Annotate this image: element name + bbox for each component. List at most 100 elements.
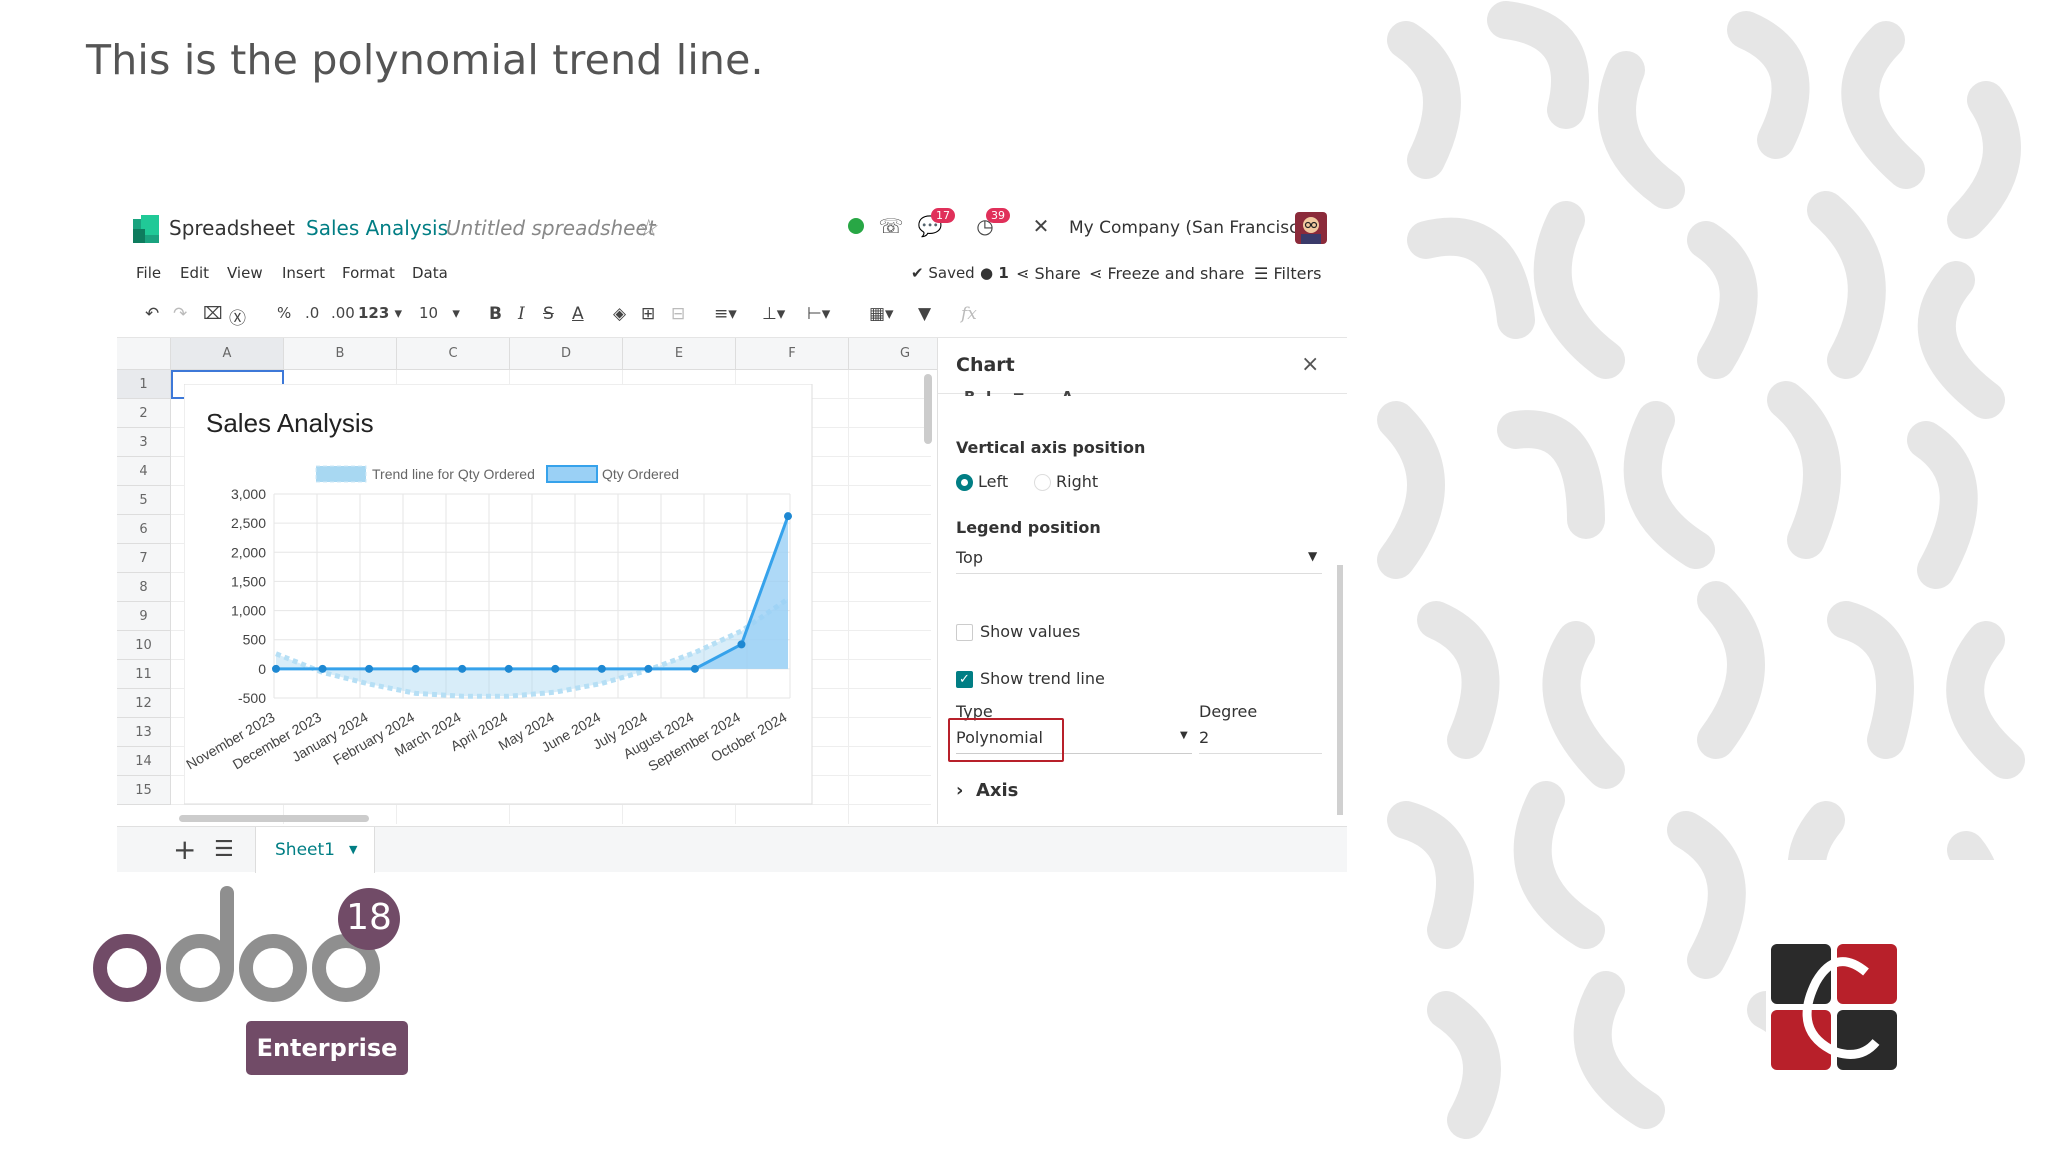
row-header-8[interactable]: 8 [117, 573, 171, 602]
qty-point-10 [737, 640, 746, 649]
bold-icon[interactable]: B [489, 304, 502, 324]
legend-label-qty: Qty Ordered [602, 466, 679, 482]
row-header-7[interactable]: 7 [117, 544, 171, 573]
italic-icon[interactable]: I [518, 304, 525, 324]
row-header-10[interactable]: 10 [117, 631, 171, 660]
sales-chart[interactable]: Sales Analysis Trend line for Qty Ordered… [184, 384, 814, 806]
chat-icon[interactable]: 💬 17 [917, 208, 955, 242]
sheet-tab-sheet1[interactable]: Sheet1 ▼ [255, 827, 375, 873]
percent-format-button[interactable]: % [277, 304, 291, 322]
column-header-d[interactable]: D [510, 338, 623, 370]
row-header-14[interactable]: 14 [117, 747, 171, 776]
filters-button[interactable]: ☰ Filters [1254, 264, 1321, 283]
legend-position-select[interactable]: Top ▼ [956, 544, 1322, 574]
sheet-list-icon[interactable]: ☰ [214, 837, 234, 862]
legend-swatch-trend [315, 465, 367, 483]
show-values-label: Show values [980, 622, 1081, 641]
row-header-15[interactable]: 15 [117, 776, 171, 805]
row-header-5[interactable]: 5 [117, 486, 171, 515]
fill-color-icon[interactable]: ◈ [613, 304, 626, 324]
merge-cells-icon[interactable]: ⊟ [671, 304, 685, 324]
trend-degree-input[interactable]: 2 [1199, 722, 1322, 754]
phone-icon[interactable]: ☏ [878, 214, 904, 242]
menu-format[interactable]: Format [342, 264, 395, 282]
y-tick-label: 1,000 [231, 603, 266, 619]
company-switcher[interactable]: My Company (San Francisco) [1069, 218, 1315, 238]
horizontal-scrollbar[interactable] [179, 815, 369, 822]
qty-point-2 [365, 664, 374, 673]
borders-icon[interactable]: ⊞ [641, 304, 655, 324]
qty-point-7 [597, 664, 606, 673]
sheet-bar: + ☰ Sheet1 ▼ [117, 826, 1347, 873]
show-values-checkbox[interactable] [956, 624, 973, 641]
text-color-icon[interactable]: A [572, 304, 584, 324]
row-header-13[interactable]: 13 [117, 718, 171, 747]
row-header-9[interactable]: 9 [117, 602, 171, 631]
chart-side-panel: Chart × B I ≡ A Vertical axis position L… [937, 338, 1347, 824]
column-header-f[interactable]: F [736, 338, 849, 370]
column-header-b[interactable]: B [284, 338, 397, 370]
decrease-decimal-button[interactable]: .0 [305, 304, 319, 322]
add-sheet-icon[interactable]: + [173, 833, 196, 866]
grid-corner[interactable] [117, 338, 171, 370]
chevron-right-icon: › [956, 780, 964, 801]
radio-right[interactable] [1034, 474, 1051, 491]
row-header-4[interactable]: 4 [117, 457, 171, 486]
conditional-format-icon[interactable]: ▦▾ [869, 304, 894, 324]
legend-label-trend: Trend line for Qty Ordered [372, 466, 535, 482]
activity-icon[interactable]: ◷ 39 [972, 208, 1010, 242]
vertical-scrollbar[interactable] [924, 374, 932, 444]
row-header-11[interactable]: 11 [117, 660, 171, 689]
column-header-e[interactable]: E [623, 338, 736, 370]
row-header-2[interactable]: 2 [117, 399, 171, 428]
qty-point-8 [644, 664, 653, 673]
align-horizontal-icon[interactable]: ≡▾ [714, 304, 737, 324]
wrap-text-icon[interactable]: ⊢▾ [807, 304, 830, 324]
menu-edit[interactable]: Edit [180, 264, 209, 282]
user-avatar[interactable] [1295, 212, 1327, 244]
freeze-and-share-button[interactable]: ⋖ Freeze and share [1089, 264, 1244, 283]
favorite-star-icon[interactable]: ☆ [638, 214, 660, 242]
row-header-12[interactable]: 12 [117, 689, 171, 718]
clear-format-icon[interactable]: Ⓧ [229, 304, 246, 329]
menu-data[interactable]: Data [412, 264, 448, 282]
activity-badge: 39 [986, 208, 1010, 223]
panel-title: Chart [956, 354, 1015, 376]
increase-decimal-button[interactable]: .00 [331, 304, 355, 322]
show-trend-line-checkbox[interactable]: ✓ [956, 671, 973, 688]
panel-scrollbar[interactable] [1337, 565, 1343, 815]
font-size-dropdown[interactable]: 10 ▾ [419, 304, 460, 322]
spreadsheet-app-icon [133, 215, 159, 243]
filter-icon[interactable]: ▼ [918, 304, 931, 324]
redo-icon[interactable]: ↷ [173, 304, 187, 324]
strikethrough-icon[interactable]: S [543, 304, 554, 324]
column-header-a[interactable]: A [171, 338, 284, 370]
axis-section-toggle[interactable]: › Axis [956, 780, 1018, 801]
align-vertical-icon[interactable]: ⊥▾ [762, 304, 785, 324]
qty-point-9 [690, 664, 699, 673]
number-format-dropdown[interactable]: 123 ▾ [358, 304, 402, 322]
menu-view[interactable]: View [227, 264, 263, 282]
tools-icon[interactable]: ✕ [1028, 214, 1054, 242]
menu-insert[interactable]: Insert [282, 264, 325, 282]
row-header-3[interactable]: 3 [117, 428, 171, 457]
enterprise-badge: Enterprise [246, 1021, 408, 1075]
column-header-g[interactable]: G [849, 338, 937, 370]
share-button[interactable]: ⋖ Share [1016, 264, 1081, 283]
row-header-1[interactable]: 1 [117, 370, 171, 399]
app-breadcrumb[interactable]: Spreadsheet [169, 216, 295, 240]
menu-file[interactable]: File [136, 264, 161, 282]
partner-logo [1771, 944, 1897, 1070]
document-name[interactable]: Sales Analysis [306, 216, 448, 240]
paint-format-icon[interactable]: ⌧ [203, 304, 223, 324]
column-header-c[interactable]: C [397, 338, 510, 370]
y-tick-label: 2,000 [231, 544, 266, 560]
row-header-6[interactable]: 6 [117, 515, 171, 544]
undo-icon[interactable]: ↶ [145, 304, 159, 324]
radio-left[interactable] [956, 474, 973, 491]
formula-bar[interactable]: fx [961, 304, 977, 324]
close-icon[interactable]: × [1301, 352, 1319, 377]
legend-position-label: Legend position [956, 518, 1101, 537]
qty-point-1 [318, 664, 327, 673]
legend-swatch-qty [546, 465, 598, 483]
